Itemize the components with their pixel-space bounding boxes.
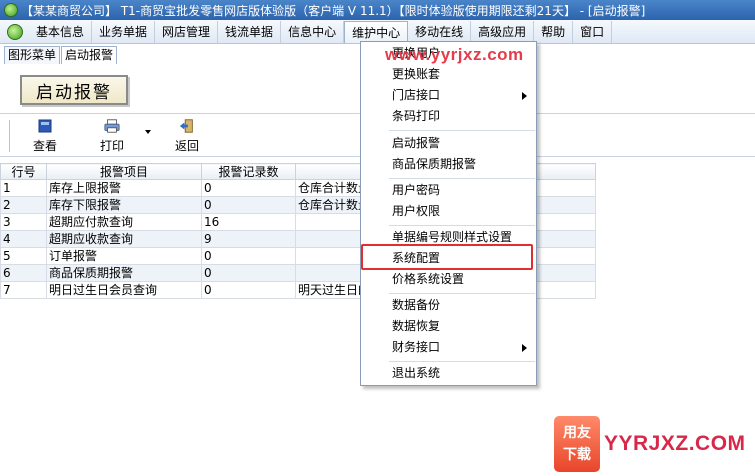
submenu-arrow-icon [522,92,527,100]
menu-advanced[interactable]: 高级应用 [471,20,535,43]
row-number-cell: 4 [0,230,47,248]
menu-item-switch-account-set[interactable]: 更换账套 [362,64,535,84]
print-button[interactable]: 打印 [100,118,124,154]
row-number-cell: 3 [0,213,47,231]
alarm-item-cell: 库存下限报警 [46,196,202,214]
download-site-name: YYRJXZ.COM [604,432,746,455]
alarm-item-cell: 超期应收款查询 [46,230,202,248]
record-count-cell: 0 [201,281,296,299]
logo-line-2: 下载 [563,447,591,463]
menu-separator [389,225,535,226]
download-site-logo: 用友 下载 [554,416,600,472]
menu-item-store-interface[interactable]: 门店接口 [362,85,535,105]
menu-info-center[interactable]: 信息中心 [281,20,345,43]
view-button[interactable]: 查看 [33,118,57,154]
submenu-arrow-icon [522,344,527,352]
alarm-item-cell: 超期应付款查询 [46,213,202,231]
row-number-cell: 2 [0,196,47,214]
document-tabs: 图形菜单 启动报警 [4,46,118,64]
menu-cashflow-docs[interactable]: 钱流单据 [218,20,282,43]
menu-basic-info[interactable]: 基本信息 [29,20,93,43]
menu-item-data-backup[interactable]: 数据备份 [362,295,535,315]
tab-graphic-menu[interactable]: 图形菜单 [4,46,61,64]
app-icon [4,3,18,17]
menu-item-label: 门店接口 [392,88,441,102]
menu-item-user-password[interactable]: 用户密码 [362,180,535,200]
column-header-record-count[interactable]: 报警记录数 [201,163,296,180]
tab-startup-alarm[interactable]: 启动报警 [61,46,118,64]
alarm-item-cell: 订单报警 [46,247,202,265]
menu-separator [389,361,535,362]
printer-icon [104,118,120,134]
menu-separator [389,178,535,179]
maintenance-center-dropdown: 更换用户 更换账套 门店接口 条码打印 启动报警 商品保质期报警 用户密码 用户… [360,41,537,386]
menu-item-label: 财务接口 [392,340,441,354]
row-number-cell: 5 [0,247,47,265]
back-button-label: 返回 [175,139,200,153]
menu-item-startup-alarm[interactable]: 启动报警 [362,133,535,153]
title-bar: 【某某商贸公司】 T1-商贸宝批发零售网店版体验版（客户端 V 11.1）【限时… [0,0,755,20]
view-icon [37,118,53,134]
menu-business-docs[interactable]: 业务单据 [92,20,156,43]
menu-item-barcode-print[interactable]: 条码打印 [362,106,535,126]
alarm-item-cell: 库存上限报警 [46,179,202,197]
menu-window[interactable]: 窗口 [573,20,613,43]
menu-item-shelf-life-alarm[interactable]: 商品保质期报警 [362,154,535,174]
menu-separator [389,293,535,294]
print-button-label: 打印 [100,139,125,153]
menu-item-finance-interface[interactable]: 财务接口 [362,337,535,357]
row-number-cell: 6 [0,264,47,282]
window-title: 【某某商贸公司】 T1-商贸宝批发零售网店版体验版（客户端 V 11.1）【限时… [21,3,646,18]
menu-separator [389,130,535,131]
toolbar-divider [9,120,11,152]
menu-item-user-permissions[interactable]: 用户权限 [362,201,535,221]
print-dropdown-button[interactable] [145,130,151,134]
menu-help[interactable]: 帮助 [534,20,574,43]
menu-item-data-restore[interactable]: 数据恢复 [362,316,535,336]
menu-item-price-settings[interactable]: 价格系统设置 [362,269,535,289]
menu-online-store[interactable]: 网店管理 [155,20,219,43]
record-count-cell: 0 [201,264,296,282]
column-header-row-number[interactable]: 行号 [0,163,47,180]
app-logo-icon [7,23,23,40]
row-number-cell: 1 [0,179,47,197]
highlight-annotation-box [361,244,533,270]
exit-door-icon [179,118,195,134]
record-count-cell: 0 [201,247,296,265]
record-count-cell: 16 [201,213,296,231]
page-title: 启动报警 [20,75,128,105]
alarm-item-cell: 商品保质期报警 [46,264,202,282]
dropdown-arrow-icon [145,130,151,134]
column-header-alarm-item[interactable]: 报警项目 [46,163,202,180]
back-button[interactable]: 返回 [175,118,199,154]
site-watermark: www.yyrjxz.com [385,45,524,64]
view-button-label: 查看 [33,139,58,153]
record-count-cell: 0 [201,196,296,214]
row-number-cell: 7 [0,281,47,299]
record-count-cell: 0 [201,179,296,197]
menu-mobile-online[interactable]: 移动在线 [408,20,472,43]
record-count-cell: 9 [201,230,296,248]
logo-line-1: 用友 [563,425,591,441]
alarm-item-cell: 明日过生日会员查询 [46,281,202,299]
menu-item-exit-system[interactable]: 退出系统 [362,363,535,383]
menu-maintenance-center[interactable]: 维护中心 [344,20,409,43]
